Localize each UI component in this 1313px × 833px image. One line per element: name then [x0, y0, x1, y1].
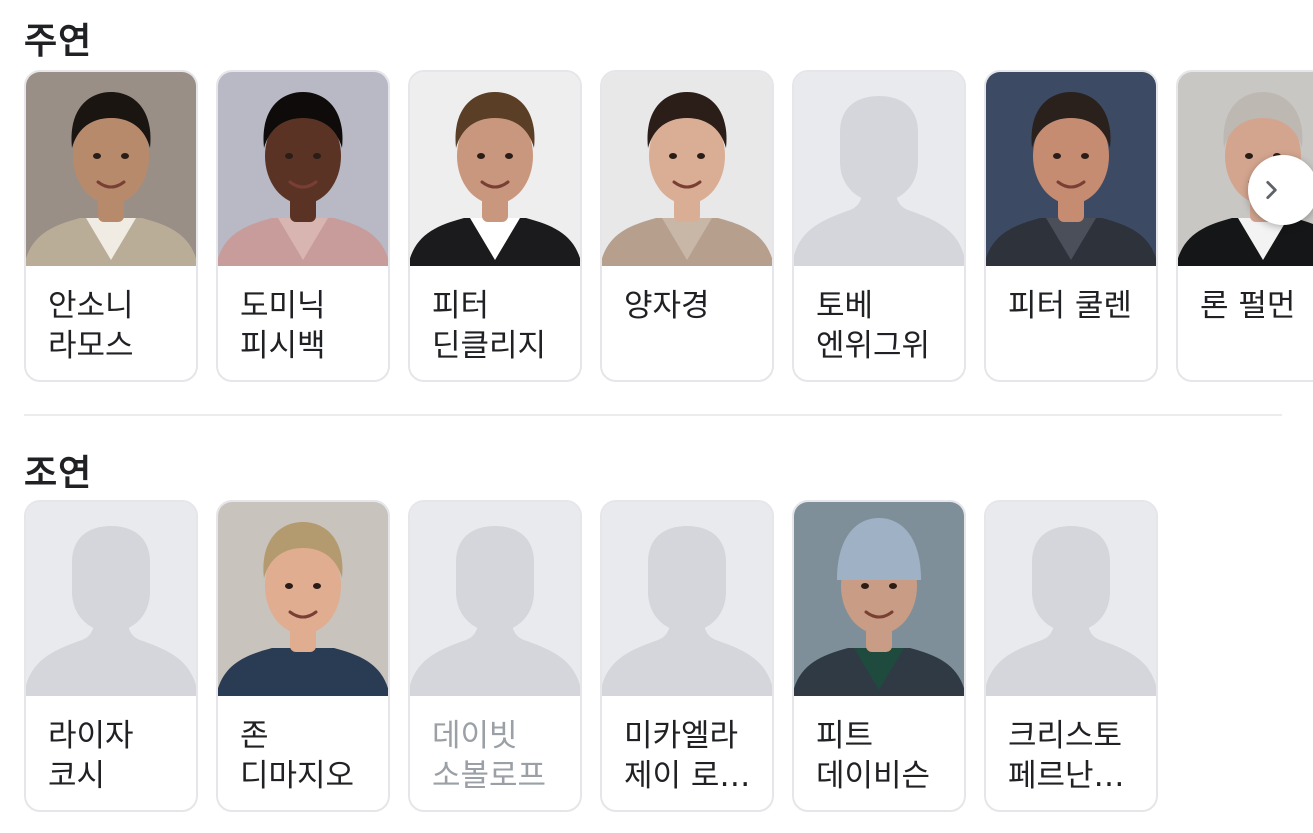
cast-name: 토베 엔위그위 [816, 288, 931, 364]
actor-photo [26, 72, 196, 266]
cast-card[interactable]: 라이자 코시 [24, 500, 198, 812]
portrait-eye-left [1053, 153, 1061, 159]
cast-card[interactable]: 피터 쿨렌 [984, 70, 1158, 382]
cast-name: 안소니 라모스 [48, 288, 134, 364]
cast-name: 피트 데이비슨 [816, 718, 931, 794]
cast-card[interactable]: 미카엘라 제이 로… [600, 500, 774, 812]
portrait-eye-right [313, 153, 321, 159]
portrait-eye-left [669, 153, 677, 159]
cast-name: 존 디마지오 [240, 718, 355, 794]
actor-photo [794, 502, 964, 696]
portrait-eye-right [889, 583, 897, 589]
placeholder-avatar-icon [602, 502, 772, 696]
cast-card[interactable]: 토베 엔위그위 [792, 70, 966, 382]
cast-name: 미카엘라 제이 로… [624, 718, 751, 794]
portrait-eye-left [1245, 153, 1253, 159]
portrait-eye-right [313, 583, 321, 589]
cast-name: 피터 딘클리지 [432, 288, 547, 364]
portrait-eye-left [285, 583, 293, 589]
actor-photo [410, 72, 580, 266]
carousel-next-button[interactable] [1248, 155, 1313, 225]
cast-card[interactable]: 피트 데이비슨 [792, 500, 966, 812]
portrait-eye-left [477, 153, 485, 159]
cast-card[interactable]: 론 펄먼 [1176, 70, 1313, 382]
cast-name: 양자경 [624, 288, 710, 324]
cast-card[interactable]: 데이빗 소볼로프 [408, 500, 582, 812]
section-title-support: 조연 [24, 453, 93, 494]
silhouette-head [456, 526, 534, 632]
cast-name: 도미닉 피시백 [240, 288, 326, 364]
cast-card[interactable]: 안소니 라모스 [24, 70, 198, 382]
portrait-eye-right [121, 153, 129, 159]
support-cast-carousel: 라이자 코시 존 디마지오 데이빗 소볼로프 미카엘라 제이 로… 피트 데이비슨 크리스… [24, 500, 1313, 812]
chevron-right-icon [1266, 181, 1277, 199]
actor-photo [986, 72, 1156, 266]
cast-name: 라이자 코시 [48, 718, 134, 794]
placeholder-avatar-icon [410, 502, 580, 696]
silhouette-head [72, 526, 150, 632]
section-divider [24, 414, 1282, 416]
lead-cast-carousel: 안소니 라모스 도미닉 피시백 피터 딘클리지 양자경 토베 엔위그위 피터 쿨렌 론 펄먼 [24, 70, 1313, 382]
cast-card[interactable]: 양자경 [600, 70, 774, 382]
portrait-eye-right [505, 153, 513, 159]
cast-card[interactable]: 피터 딘클리지 [408, 70, 582, 382]
silhouette-head [648, 526, 726, 632]
portrait-eye-right [1081, 153, 1089, 159]
silhouette-head [840, 96, 918, 202]
cast-name: 론 펄먼 [1200, 288, 1296, 324]
actor-photo [218, 72, 388, 266]
portrait-eye-left [861, 583, 869, 589]
silhouette-head [1032, 526, 1110, 632]
portrait-eye-left [93, 153, 101, 159]
portrait-eye-left [285, 153, 293, 159]
placeholder-avatar-icon [986, 502, 1156, 696]
actor-photo [602, 72, 772, 266]
cast-card[interactable]: 크리스토 페르난… [984, 500, 1158, 812]
cast-name: 피터 쿨렌 [1008, 288, 1132, 324]
cast-name: 데이빗 소볼로프 [432, 718, 547, 794]
actor-photo [218, 502, 388, 696]
cast-card[interactable]: 도미닉 피시백 [216, 70, 390, 382]
cast-name: 크리스토 페르난… [1008, 718, 1125, 794]
section-title-lead: 주연 [24, 21, 93, 62]
placeholder-avatar-icon [794, 72, 964, 266]
cast-card[interactable]: 존 디마지오 [216, 500, 390, 812]
placeholder-avatar-icon [26, 502, 196, 696]
portrait-eye-right [697, 153, 705, 159]
